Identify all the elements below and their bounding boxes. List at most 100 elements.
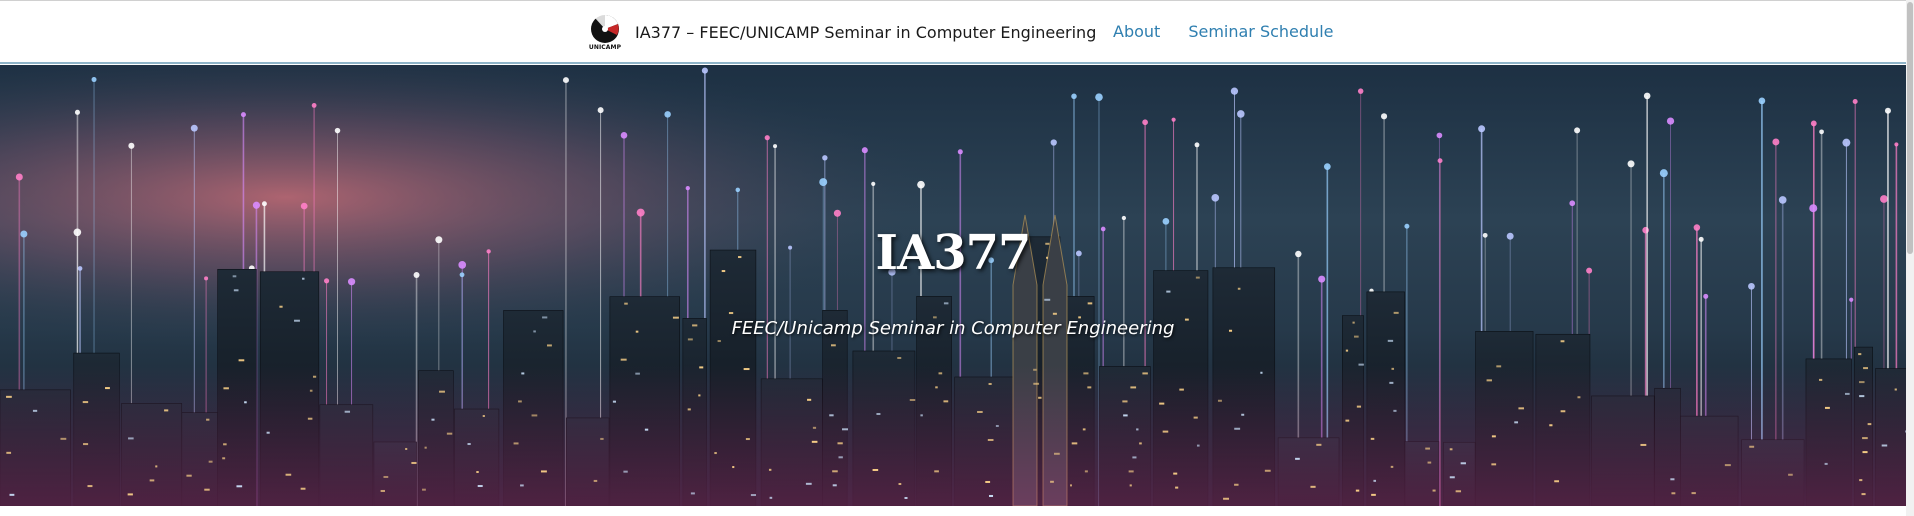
- building-window: [155, 465, 158, 468]
- building-window: [1038, 396, 1042, 399]
- building-window: [1859, 479, 1863, 482]
- scrollbar-thumb[interactable]: [1907, 2, 1913, 254]
- light-beam-tip: [819, 178, 828, 187]
- building-window: [1824, 462, 1828, 465]
- hero-banner: IA377 FEEC/Unicamp Seminar in Computer E…: [0, 65, 1906, 506]
- building-window: [1788, 473, 1793, 476]
- building-window: [1389, 381, 1394, 384]
- building-window: [307, 417, 313, 420]
- building-window: [1044, 298, 1051, 301]
- building-window: [1217, 399, 1222, 402]
- building-window: [897, 356, 902, 359]
- light-beam-tip: [1659, 169, 1668, 178]
- building-window: [83, 443, 89, 446]
- light-beam-tip: [190, 124, 198, 132]
- light-beam-tip: [701, 67, 708, 74]
- light-beam-tip: [957, 149, 963, 155]
- light-beam-tip: [1380, 113, 1388, 120]
- light-beam-tip: [562, 77, 569, 84]
- building-window: [995, 424, 999, 427]
- light-beam-tip: [1050, 139, 1057, 146]
- building-window: [909, 398, 916, 401]
- building-window: [312, 375, 317, 378]
- building-window: [9, 493, 15, 496]
- building-window: [1691, 492, 1696, 495]
- light-beam-tip: [1357, 88, 1364, 94]
- building-window: [612, 400, 617, 403]
- nav-link-about[interactable]: About: [1113, 22, 1160, 41]
- building-window: [476, 471, 479, 474]
- building-window: [1069, 484, 1073, 487]
- building-window: [1640, 443, 1647, 446]
- building-window: [1670, 478, 1675, 481]
- building-window: [279, 305, 283, 308]
- building-window: [1371, 493, 1376, 496]
- building-window: [988, 494, 994, 497]
- building-window: [446, 432, 453, 435]
- light-beam-tip: [1809, 204, 1818, 213]
- light-beam-tip: [1643, 92, 1651, 100]
- light-beam-tip: [311, 102, 317, 108]
- building-window: [593, 479, 598, 482]
- light-beam-tip: [1436, 132, 1443, 139]
- nav-link-seminar-schedule[interactable]: Seminar Schedule: [1188, 22, 1333, 41]
- scrollbar[interactable]: [1906, 0, 1914, 516]
- brand-link[interactable]: UNICAMP IA377 – FEEC/UNICAMP Seminar in …: [584, 14, 1096, 54]
- building-window: [1084, 470, 1088, 473]
- building-window: [1050, 480, 1054, 483]
- building-window: [1054, 452, 1060, 455]
- building-window: [164, 409, 169, 412]
- light-beam-tip: [1819, 129, 1824, 135]
- light-beam-tip: [1162, 217, 1170, 225]
- light-beam-tip: [861, 147, 868, 154]
- building-window: [1052, 312, 1057, 315]
- building-window: [1310, 485, 1316, 488]
- building-window: [1355, 489, 1360, 492]
- building-window: [1159, 402, 1165, 405]
- building-window: [1370, 437, 1375, 440]
- light-beam-tip: [261, 201, 267, 207]
- light-beam-tip: [240, 112, 246, 118]
- building-window: [1387, 339, 1394, 342]
- light-beam-tip: [1171, 117, 1176, 122]
- building-window: [1373, 479, 1377, 482]
- building-window: [1129, 484, 1132, 487]
- light-beam-tip: [1772, 138, 1780, 146]
- light-beam-tip: [252, 201, 261, 209]
- building-window: [644, 428, 649, 431]
- light-beam-tip: [1666, 117, 1675, 125]
- light-beam-tip: [1852, 98, 1858, 104]
- building-window: [838, 456, 843, 459]
- building-window: [309, 389, 313, 392]
- building-window: [1390, 465, 1394, 468]
- light-beam-tip: [1071, 93, 1077, 100]
- hero-title: IA377: [875, 225, 1032, 281]
- building-window: [1193, 416, 1198, 419]
- building-window: [811, 440, 818, 443]
- building-window: [728, 312, 734, 315]
- building-window: [520, 484, 524, 487]
- building-window: [1196, 444, 1200, 447]
- building-window: [482, 415, 485, 418]
- building-window: [830, 344, 836, 347]
- building-window: [1862, 451, 1868, 454]
- light-beam-tip: [685, 185, 690, 191]
- building-window: [1345, 349, 1349, 352]
- building-window: [985, 480, 991, 483]
- light-beam-tip: [735, 187, 741, 193]
- building-window: [805, 482, 812, 485]
- building-window: [1859, 381, 1865, 384]
- building-window: [1554, 480, 1560, 483]
- main-nav: About Seminar Schedule: [1113, 22, 1333, 41]
- light-beam-tip: [1574, 127, 1581, 134]
- unicamp-logo-icon: UNICAMP: [584, 14, 626, 54]
- light-beam-tip: [871, 181, 876, 186]
- building-window: [127, 493, 133, 496]
- building-window: [233, 289, 239, 292]
- building-window: [223, 443, 227, 446]
- building-window: [1460, 462, 1466, 465]
- building-window: [1237, 287, 1241, 290]
- building-window: [204, 488, 210, 491]
- building-window: [1560, 410, 1566, 413]
- building-window: [1819, 378, 1823, 381]
